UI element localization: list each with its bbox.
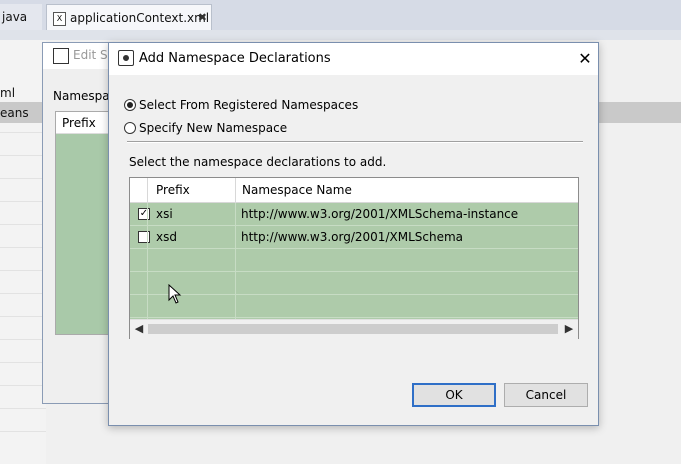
radio-registered-namespaces[interactable]: Select From Registered Namespaces	[124, 96, 358, 114]
tree-item-beans[interactable]: eans	[0, 106, 29, 120]
radio-button-selected[interactable]	[124, 99, 136, 111]
row-checkbox[interactable]	[138, 231, 150, 243]
namespace-label: Namespac	[53, 89, 117, 103]
eclipse-app-icon	[53, 48, 69, 64]
radio-registered-label: Select From Registered Namespaces	[139, 98, 359, 112]
radio-new-namespace[interactable]: Specify New Namespace	[124, 119, 287, 137]
empty-row	[130, 295, 578, 318]
close-icon[interactable]: ✕	[573, 47, 597, 71]
separator	[127, 141, 583, 143]
tree-item-xml[interactable]: ml	[0, 86, 15, 100]
column-grid-line	[235, 203, 236, 319]
tab-java-label: java	[2, 10, 28, 24]
row-divider	[0, 385, 46, 386]
row-divider	[0, 362, 46, 363]
radio-new-label: Specify New Namespace	[139, 121, 288, 135]
dialog-title-bar: Add Namespace Declarations ✕	[109, 43, 598, 75]
cancel-button[interactable]: Cancel	[504, 383, 588, 407]
row-divider	[0, 178, 46, 179]
column-divider	[147, 178, 148, 202]
prefix-column-header[interactable]: Prefix	[56, 112, 111, 134]
column-grid-line	[147, 203, 148, 319]
row-namespace: http://www.w3.org/2001/XMLSchema	[241, 230, 463, 244]
editor-tab-bar: java XapplicationContext.xml ✖	[0, 0, 681, 31]
row-divider	[0, 155, 46, 156]
horizontal-scrollbar[interactable]: ◀ ▶	[130, 319, 578, 339]
empty-row	[130, 249, 578, 272]
tab-application-context[interactable]: XapplicationContext.xml ✖	[46, 4, 212, 30]
row-namespace: http://www.w3.org/2001/XMLSchema-instanc…	[241, 207, 519, 221]
table-header: Prefix Namespace Name	[130, 178, 578, 203]
mouse-cursor-icon	[168, 284, 182, 304]
table-body[interactable]: ✓ xsi http://www.w3.org/2001/XMLSchema-i…	[130, 203, 578, 319]
namespace-table: Prefix Namespace Name ✓ xsi http://www.w…	[129, 177, 579, 339]
dialog-title: Add Namespace Declarations	[139, 51, 331, 66]
row-divider	[0, 408, 46, 409]
empty-row	[130, 272, 578, 295]
column-divider[interactable]	[235, 178, 236, 202]
row-checkbox-checked[interactable]: ✓	[138, 208, 150, 220]
xml-file-icon: X	[53, 11, 66, 26]
add-namespace-dialog: Add Namespace Declarations ✕ Select From…	[108, 42, 599, 426]
row-prefix: xsd	[156, 230, 177, 244]
row-divider	[0, 201, 46, 202]
table-row[interactable]: ✓ xsi http://www.w3.org/2001/XMLSchema-i…	[130, 203, 578, 226]
editor-strip	[0, 30, 681, 40]
row-divider	[0, 339, 46, 340]
tab-close-icon[interactable]: ✖	[198, 5, 207, 31]
row-divider	[0, 270, 46, 271]
row-prefix: xsi	[156, 207, 173, 221]
scroll-left-icon[interactable]: ◀	[132, 322, 146, 336]
ok-button[interactable]: OK	[412, 383, 496, 407]
prefix-column-header[interactable]: Prefix	[156, 178, 190, 202]
namespace-column-header[interactable]: Namespace Name	[242, 178, 352, 202]
row-divider	[0, 293, 46, 294]
row-divider	[0, 431, 46, 432]
namespace-table: Prefix	[55, 111, 112, 335]
scrollbar-thumb[interactable]	[148, 324, 558, 334]
row-divider	[0, 247, 46, 248]
row-divider	[0, 132, 46, 133]
radio-button[interactable]	[124, 122, 136, 134]
tab-java[interactable]: java	[0, 4, 42, 30]
scroll-right-icon[interactable]: ▶	[562, 322, 576, 336]
tab-application-context-label: applicationContext.xml	[70, 11, 210, 25]
row-divider	[0, 316, 46, 317]
eclipse-app-icon	[118, 50, 134, 66]
row-divider	[0, 224, 46, 225]
table-row[interactable]: xsd http://www.w3.org/2001/XMLSchema	[130, 226, 578, 249]
instruction-text: Select the namespace declarations to add…	[129, 155, 387, 169]
